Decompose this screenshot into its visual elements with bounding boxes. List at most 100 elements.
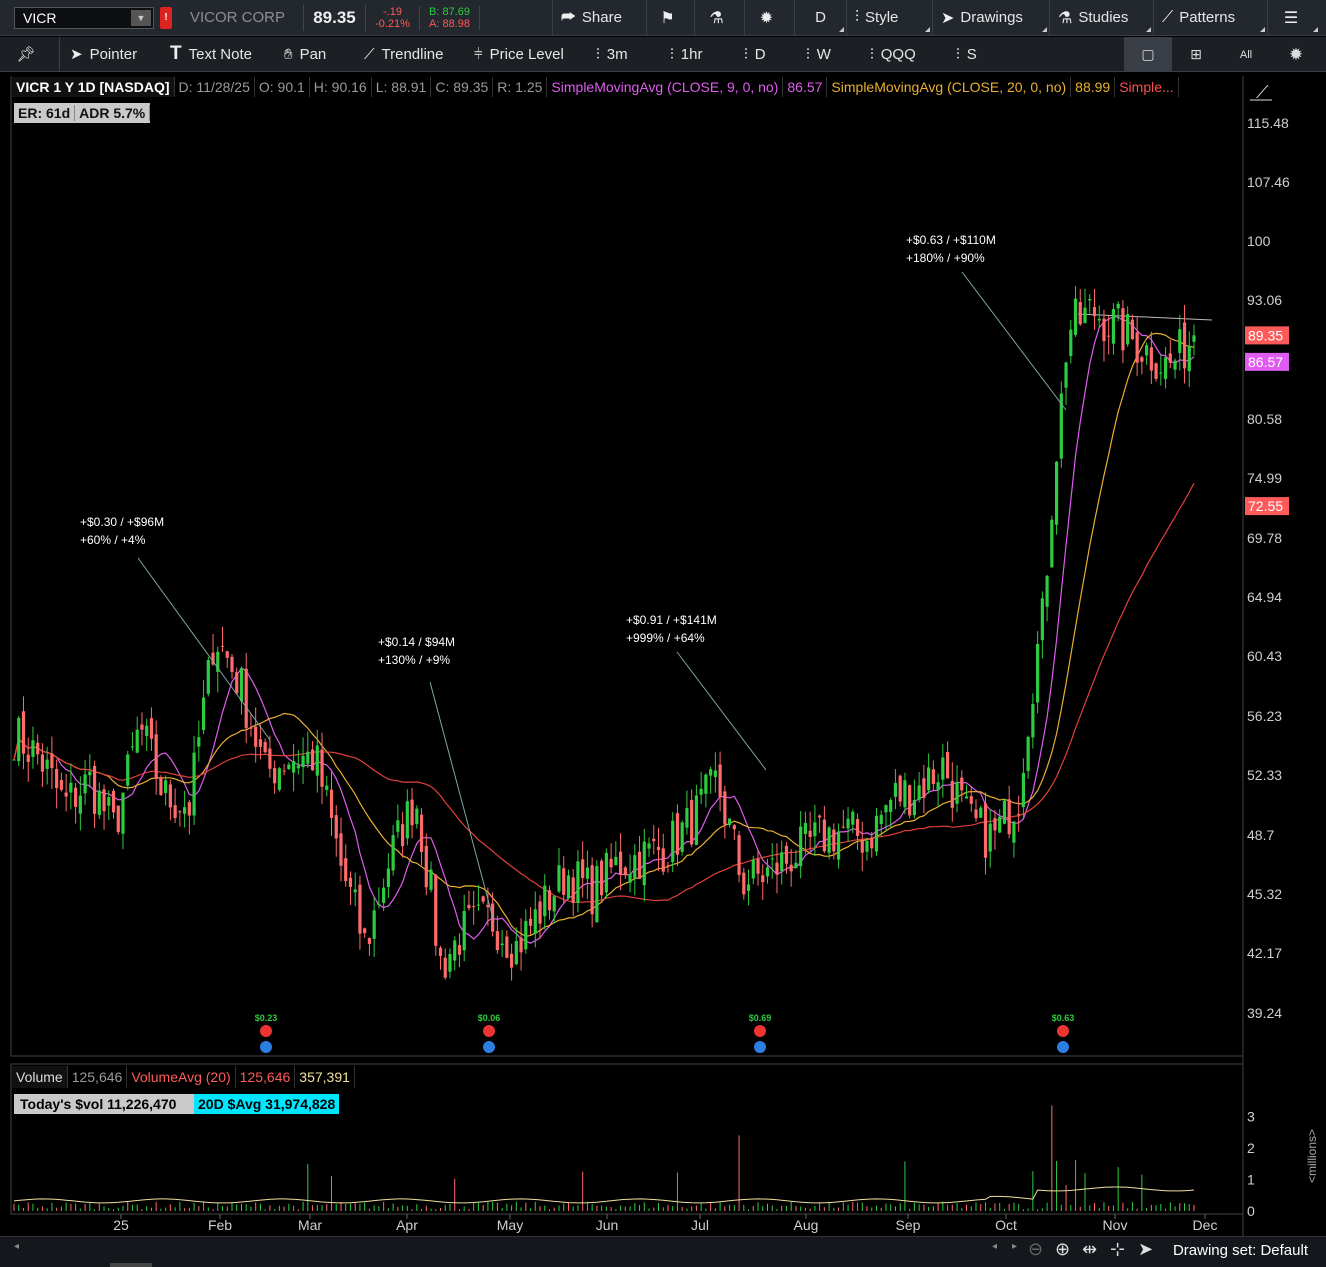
- share-button[interactable]: ⮫ Share: [552, 0, 646, 36]
- candle-body: [201, 697, 206, 731]
- last-price-marker: 89.35: [1248, 327, 1283, 343]
- candle-body: [1116, 303, 1120, 309]
- bar-close: C: 89.35: [431, 77, 494, 97]
- earnings-eps: $0.23: [255, 1013, 278, 1023]
- pan-tool[interactable]: ✋︎ Pan: [274, 37, 354, 72]
- alert-flag-icon[interactable]: !: [160, 6, 172, 29]
- sma20-label[interactable]: SimpleMovingAvg (CLOSE, 20, 0, no): [827, 77, 1072, 97]
- compare-s[interactable]: ⫶ S: [946, 37, 1006, 72]
- moving-averages: [13, 313, 1213, 944]
- symbol-text: VICR: [23, 9, 57, 26]
- candle-body: [1092, 307, 1097, 317]
- candles-icon: ⫶: [956, 45, 960, 63]
- candles-icon: ⫶: [855, 8, 860, 26]
- candle-body: [367, 937, 372, 945]
- price-tick-label: 100: [1247, 233, 1271, 249]
- earnings-eps: $0.63: [1052, 1013, 1075, 1023]
- menu-button[interactable]: ☰: [1267, 0, 1320, 36]
- style-button[interactable]: ⫶ Style: [846, 0, 932, 36]
- candlesticks: [12, 285, 1196, 981]
- drawing-set-label[interactable]: Drawing set: Default: [1173, 1242, 1308, 1259]
- cursor-icon[interactable]: ➤: [1138, 1239, 1153, 1260]
- crosshair-icon[interactable]: ⊹: [1110, 1239, 1125, 1260]
- annotation-line1: +$0.91 / +$141M: [626, 613, 717, 627]
- candle-body: [671, 820, 675, 863]
- sma50-label[interactable]: Simple...: [1115, 77, 1179, 97]
- candles-icon: ⫶: [744, 45, 748, 63]
- candle-body: [495, 931, 499, 951]
- zoom-in-icon[interactable]: ⊕: [1055, 1239, 1070, 1260]
- pointer-tool[interactable]: ➤ Pointer: [60, 37, 160, 72]
- scrollbar-thumb[interactable]: [110, 1263, 152, 1267]
- bottom-bar: ◂ ◂ ▸ ⊖ ⊕ ⇹ ⊹ ➤ Drawing set: Default: [0, 1236, 1326, 1267]
- candle-body: [258, 739, 263, 747]
- earnings-red-icon: [1057, 1025, 1069, 1037]
- beaker-button[interactable]: ⚗: [694, 0, 744, 36]
- symbol-selector[interactable]: VICR ▼: [14, 6, 154, 29]
- price-chart[interactable]: +$0.30 / +$96M +60% / +4% +$0.14 / $94M +13…: [0, 76, 1326, 1236]
- chart-settings-button[interactable]: ✹: [1272, 37, 1320, 72]
- chevron-down-icon[interactable]: ▼: [131, 9, 151, 26]
- timeframe-3m[interactable]: ⫶ 3m: [586, 37, 660, 72]
- compare-qqq[interactable]: ⫶ QQQ: [860, 37, 946, 72]
- candle-body: [898, 775, 902, 802]
- price-pane-frame: [10, 76, 1244, 1057]
- earnings-blue-icon: [754, 1041, 766, 1053]
- sma9-label[interactable]: SimpleMovingAvg (CLOSE, 9, 0, no): [547, 77, 784, 97]
- candle-body: [718, 764, 722, 797]
- candle-body: [1083, 307, 1087, 324]
- candle-body: [83, 774, 87, 794]
- candle-body: [794, 862, 798, 869]
- scroll-right-icon[interactable]: ▸: [1012, 1241, 1017, 1252]
- grid-layout-button[interactable]: ⊞: [1172, 37, 1220, 72]
- text-note-tool[interactable]: T Text Note: [160, 37, 274, 72]
- timeframe-1hr[interactable]: ⫶ 1hr: [660, 37, 734, 72]
- timeframe-d[interactable]: ⫶ D: [734, 37, 796, 72]
- scroll-left-end-icon[interactable]: ◂: [992, 1241, 997, 1252]
- price-axis[interactable]: 115.48 107.46 100 93.06 80.58 74.99 69.78 64.94…: [1245, 115, 1290, 1021]
- flag-button[interactable]: ⚑: [646, 0, 694, 36]
- trendline-icon: ⟋: [364, 45, 375, 63]
- earnings-red-icon: [483, 1025, 495, 1037]
- volume-label[interactable]: Volume: [12, 1066, 68, 1088]
- scroll-left-icon[interactable]: ◂: [14, 1241, 19, 1252]
- zoom-out-icon[interactable]: ⊖: [1028, 1239, 1043, 1260]
- candle-body: [154, 734, 158, 779]
- chart-info-bar: VICR 1 Y 1D [NASDAQ] D: 11/28/25 O: 90.1…: [12, 76, 1179, 98]
- candle-body: [988, 823, 992, 852]
- beaker-icon: ⚗: [709, 9, 724, 27]
- price-tick-label: 93.06: [1247, 292, 1282, 308]
- pin-button[interactable]: 📌︎: [0, 36, 60, 72]
- aggregation-button[interactable]: D: [794, 0, 846, 36]
- volume-avg-label[interactable]: VolumeAvg (20): [127, 1066, 236, 1088]
- time-axis[interactable]: 25 Feb Mar Apr May Jun Jul Aug Sep Oct Nov Dec: [113, 1214, 1217, 1233]
- candle-body: [533, 909, 537, 934]
- price-change: -.19 -0.21%: [366, 5, 420, 30]
- candle-body: [647, 843, 651, 849]
- candle-body: [761, 875, 765, 883]
- settings-button[interactable]: ✹: [744, 0, 794, 36]
- all-layout-button[interactable]: All: [1222, 37, 1270, 72]
- candle-body: [756, 858, 760, 874]
- candle-body: [770, 858, 774, 860]
- adr-value: ADR 5.7%: [75, 105, 151, 121]
- patterns-button[interactable]: ⟋ Patterns: [1153, 0, 1267, 36]
- candle-body: [382, 887, 386, 903]
- single-layout-button[interactable]: ▢: [1124, 37, 1172, 72]
- volume-info-bar: Volume 125,646 VolumeAvg (20) 125,646 35…: [12, 1066, 355, 1088]
- annotation-line1: +$0.30 / +$96M: [80, 515, 164, 529]
- drawings-button[interactable]: ➤ Drawings: [932, 0, 1049, 36]
- trendline-tool[interactable]: ⟋ Trendline: [354, 37, 464, 72]
- earnings-adr-badge: ER: 61d ADR 5.7%: [14, 103, 151, 123]
- chart-type-icon[interactable]: ⟋: [1256, 82, 1269, 102]
- studies-button[interactable]: ⚗ Studies: [1049, 0, 1153, 36]
- price-level-tool[interactable]: ⫩ Price Level: [464, 37, 586, 72]
- timeframe-w[interactable]: ⫶ W: [796, 37, 860, 72]
- candle-body: [1073, 298, 1078, 335]
- candle-body: [727, 818, 732, 826]
- candle-body: [562, 868, 566, 895]
- expand-icon[interactable]: ⇹: [1082, 1239, 1097, 1260]
- candle-body: [291, 760, 296, 773]
- candle-body: [173, 805, 177, 819]
- candle-body: [964, 796, 969, 799]
